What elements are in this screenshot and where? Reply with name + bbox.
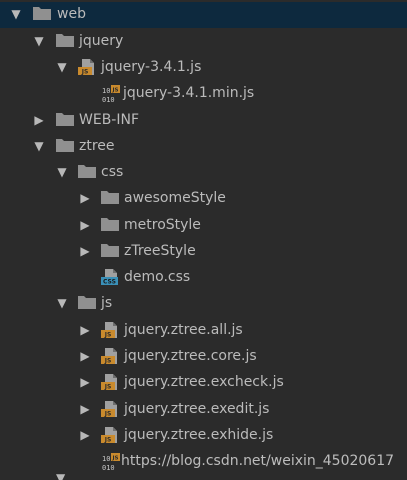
tree-item-label: jquery.ztree.all.js xyxy=(124,322,243,338)
chevron-right-icon[interactable]: ▶ xyxy=(77,190,93,206)
tree-item-label: jquery-3.4.1.min.js xyxy=(123,85,255,101)
tree-item-label: awesomeStyle xyxy=(124,190,226,206)
tree-item-jquery-ztree-excheck-js[interactable]: ▶ JS jquery.ztree.excheck.js xyxy=(0,370,407,396)
project-tree: ▼ web ▼ jquery ▼ JS jquery-3.4.1.js 10 01… xyxy=(0,0,407,480)
svg-text:JS: JS xyxy=(111,88,118,94)
chevron-down-icon[interactable]: ▼ xyxy=(54,59,70,75)
tree-item-jquery-ztree-all-js[interactable]: ▶ JS jquery.ztree.all.js xyxy=(0,318,407,344)
svg-text:JS: JS xyxy=(104,358,112,365)
tree-item-demo-css[interactable]: CSS demo.css xyxy=(0,265,407,291)
folder-icon xyxy=(32,5,52,25)
css-file-icon: CSS xyxy=(100,268,120,290)
chevron-right-icon[interactable]: ▶ xyxy=(77,243,93,259)
folder-icon xyxy=(55,32,75,52)
svg-text:JS: JS xyxy=(111,456,118,462)
tree-item-jquery-3-4-1-js[interactable]: ▼ JS jquery-3.4.1.js xyxy=(0,55,407,81)
chevron-right-icon[interactable]: ▶ xyxy=(77,401,93,417)
chevron-down-icon[interactable]: ▼ xyxy=(31,138,47,154)
tree-item-label: ztree xyxy=(79,138,115,154)
tree-item-web-inf[interactable]: ▶ WEB-INF xyxy=(0,108,407,134)
svg-text:10: 10 xyxy=(102,87,110,95)
chevron-right-icon[interactable]: ▶ xyxy=(77,217,93,233)
svg-text:JS: JS xyxy=(104,384,112,391)
folder-icon xyxy=(100,189,120,209)
svg-text:010: 010 xyxy=(102,96,115,104)
tree-item-jquery-ztree-core-js[interactable]: ▶ JS jquery.ztree.core.js xyxy=(0,344,407,370)
folder-icon xyxy=(77,294,97,314)
tree-item-js[interactable]: ▼ js xyxy=(0,291,407,317)
tree-item-css[interactable]: ▼ css xyxy=(0,160,407,186)
tree-item-awesomestyle[interactable]: ▶ awesomeStyle xyxy=(0,186,407,212)
tree-item-ztree[interactable]: ▼ ztree xyxy=(0,134,407,160)
chevron-right-icon[interactable]: ▶ xyxy=(77,322,93,338)
tree-item-label: css xyxy=(101,164,124,180)
tree-item-label: metroStyle xyxy=(124,217,201,233)
tree-item-jquery[interactable]: ▼ jquery xyxy=(0,29,407,55)
chevron-down-icon[interactable]: ▼ xyxy=(54,295,70,311)
chevron-right-icon[interactable]: ▶ xyxy=(31,112,47,128)
svg-text:010: 010 xyxy=(102,464,115,472)
svg-text:JS: JS xyxy=(104,332,112,339)
chevron-down-icon[interactable]: ▼ xyxy=(8,6,24,22)
tree-item-label: jquery xyxy=(79,33,124,49)
svg-text:JS: JS xyxy=(81,69,89,76)
tree-item-label: jquery-3.4.1.js xyxy=(101,59,202,75)
chevron-right-icon[interactable]: ▶ xyxy=(77,427,93,443)
chevron-right-icon[interactable]: ▶ xyxy=(77,348,93,364)
tree-item-label: demo.css xyxy=(124,269,191,285)
chevron-right-icon[interactable]: ▶ xyxy=(77,374,93,390)
tree-item-ztreestyle[interactable]: ▶ zTreeStyle xyxy=(0,239,407,265)
tree-item-label: js xyxy=(101,295,113,311)
tree-item-label: WEB-INF xyxy=(79,112,139,128)
tree-item-jquery-ztree-exhide-js[interactable]: ▶ JS jquery.ztree.exhide.js xyxy=(0,423,407,449)
chevron-down-icon[interactable]: ▼ xyxy=(31,33,47,49)
tree-item-label: jquery.ztree.core.js xyxy=(124,348,257,364)
js-file-icon: JS xyxy=(100,426,120,448)
svg-text:JS: JS xyxy=(104,437,112,444)
tree-item-label: zTreeStyle xyxy=(124,243,196,259)
js-file-icon: JS xyxy=(100,400,120,422)
minified-js-file-icon: 10 010 JS xyxy=(101,452,121,476)
svg-text:10: 10 xyxy=(102,455,110,463)
folder-icon xyxy=(77,163,97,183)
js-file-icon: JS xyxy=(100,347,120,369)
tree-item-jquery-3-4-1-min-js[interactable]: 10 010 JS jquery-3.4.1.min.js xyxy=(0,81,407,107)
tree-item-jquery-ztree-exedit-js[interactable]: ▶ JS jquery.ztree.exedit.js xyxy=(0,397,407,423)
tree-item-label: jquery.ztree.exedit.js xyxy=(124,401,270,417)
minified-js-file-icon: 10 010 JS xyxy=(101,84,121,108)
js-file-icon: JS xyxy=(100,373,120,395)
folder-icon xyxy=(55,111,75,131)
watermark-text: https://blog.csdn.net/weixin_45020617 xyxy=(121,453,395,469)
js-file-icon: JS xyxy=(100,321,120,343)
tree-item-label: jquery.ztree.excheck.js xyxy=(124,374,284,390)
chevron-down-icon[interactable]: ▼ xyxy=(54,164,70,180)
svg-text:JS: JS xyxy=(104,411,112,418)
tree-item-web[interactable]: ▼ web xyxy=(0,2,407,28)
svg-text:CSS: CSS xyxy=(103,279,116,286)
folder-icon xyxy=(100,242,120,262)
tree-item-label: jquery.ztree.exhide.js xyxy=(124,427,274,443)
tree-item-label: web xyxy=(57,6,86,22)
tree-item-metrostyle[interactable]: ▶ metroStyle xyxy=(0,213,407,239)
folder-icon xyxy=(100,216,120,236)
chevron-down-icon[interactable]: ▼ xyxy=(56,470,70,480)
js-file-icon: JS xyxy=(77,58,97,80)
folder-icon xyxy=(55,137,75,157)
